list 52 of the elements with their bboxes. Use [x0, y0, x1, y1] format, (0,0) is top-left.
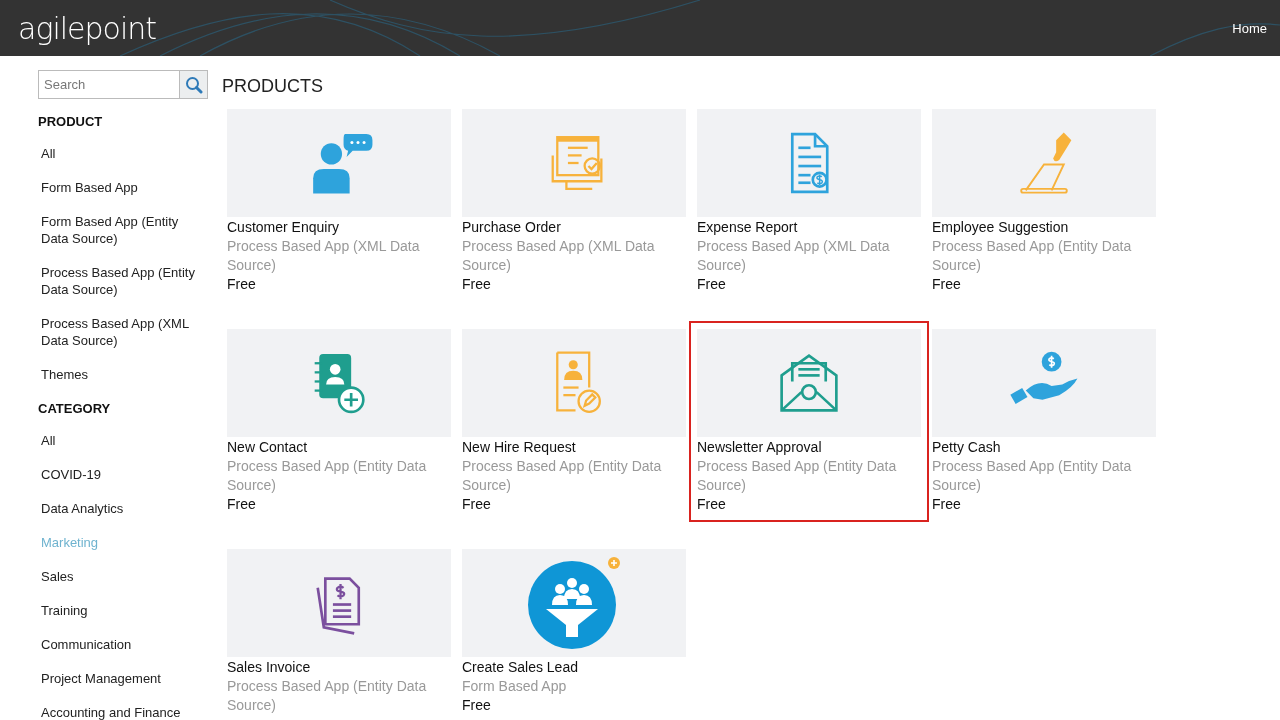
filter-link[interactable]: Process Based App (XML Data Source) [41, 315, 201, 349]
product-price: Free [697, 275, 727, 294]
product-name: Sales Invoice [227, 658, 312, 677]
search-icon [184, 75, 203, 94]
logo[interactable]: agilepoint [18, 10, 157, 46]
product-type: Process Based App (XML Data Source) [697, 237, 891, 275]
filter-link[interactable]: Data Analytics [41, 500, 201, 517]
product-name: Expense Report [697, 218, 799, 237]
filter-link[interactable]: Process Based App (Entity Data Source) [41, 264, 201, 298]
product-type: Process Based App (Entity Data Source) [227, 677, 428, 715]
product-type: Process Based App (XML Data Source) [462, 237, 656, 275]
product-name: Create Sales Lead [462, 658, 579, 677]
section-heading: PRODUCT [38, 113, 104, 130]
product-name: Customer Enquiry [227, 218, 341, 237]
product-type: Form Based App [462, 677, 568, 696]
search-field[interactable]: Search [38, 70, 180, 99]
product-price: Free [697, 495, 727, 514]
product-name: New Contact [227, 438, 309, 457]
product-name: Petty Cash [932, 438, 1002, 457]
product-type: Process Based App (Entity Data Source) [227, 457, 428, 495]
search-button[interactable] [180, 70, 208, 99]
product-price: Free [932, 275, 962, 294]
filter-link[interactable]: Themes [41, 366, 201, 383]
page-title: PRODUCTS [222, 76, 324, 97]
filter-link[interactable]: Accounting and Finance [41, 704, 201, 720]
product-price: Free [462, 696, 492, 715]
product-card[interactable]: Newsletter Approval Process Based App (Entity Data Source) Free [689, 321, 929, 522]
product-type: Process Based App (Entity Data Source) [462, 457, 663, 495]
product-type: Process Based App (XML Data Source) [227, 237, 421, 275]
product-price: Free [932, 495, 962, 514]
product-type: Process Based App (Entity Data Source) [697, 457, 898, 495]
filter-link[interactable]: COVID-19 [41, 466, 201, 483]
filter-link[interactable]: Form Based App [41, 179, 201, 196]
filter-link[interactable]: Sales [41, 568, 201, 585]
product-name: New Hire Request [462, 438, 577, 457]
filter-link[interactable]: Project Management [41, 670, 201, 687]
product-price: Free [462, 275, 492, 294]
product-name: Newsletter Approval [697, 438, 823, 457]
product-price: Free [227, 495, 257, 514]
product-name: Purchase Order [462, 218, 562, 237]
filter-link[interactable]: Form Based App (Entity Data Source) [41, 213, 201, 247]
filter-link[interactable]: All [41, 432, 201, 449]
home-link[interactable]: Home [1232, 20, 1267, 36]
product-name: Employee Suggestion [932, 218, 1070, 237]
section-heading: CATEGORY [38, 400, 112, 417]
filter-link[interactable]: Communication [41, 636, 201, 653]
product-price: Free [462, 495, 492, 514]
product-type: Process Based App (Entity Data Source) [932, 237, 1133, 275]
filter-link[interactable]: All [41, 145, 201, 162]
product-type: Process Based App (Entity Data Source) [932, 457, 1133, 495]
product-price: Free [227, 275, 257, 294]
filter-link[interactable]: Training [41, 602, 201, 619]
